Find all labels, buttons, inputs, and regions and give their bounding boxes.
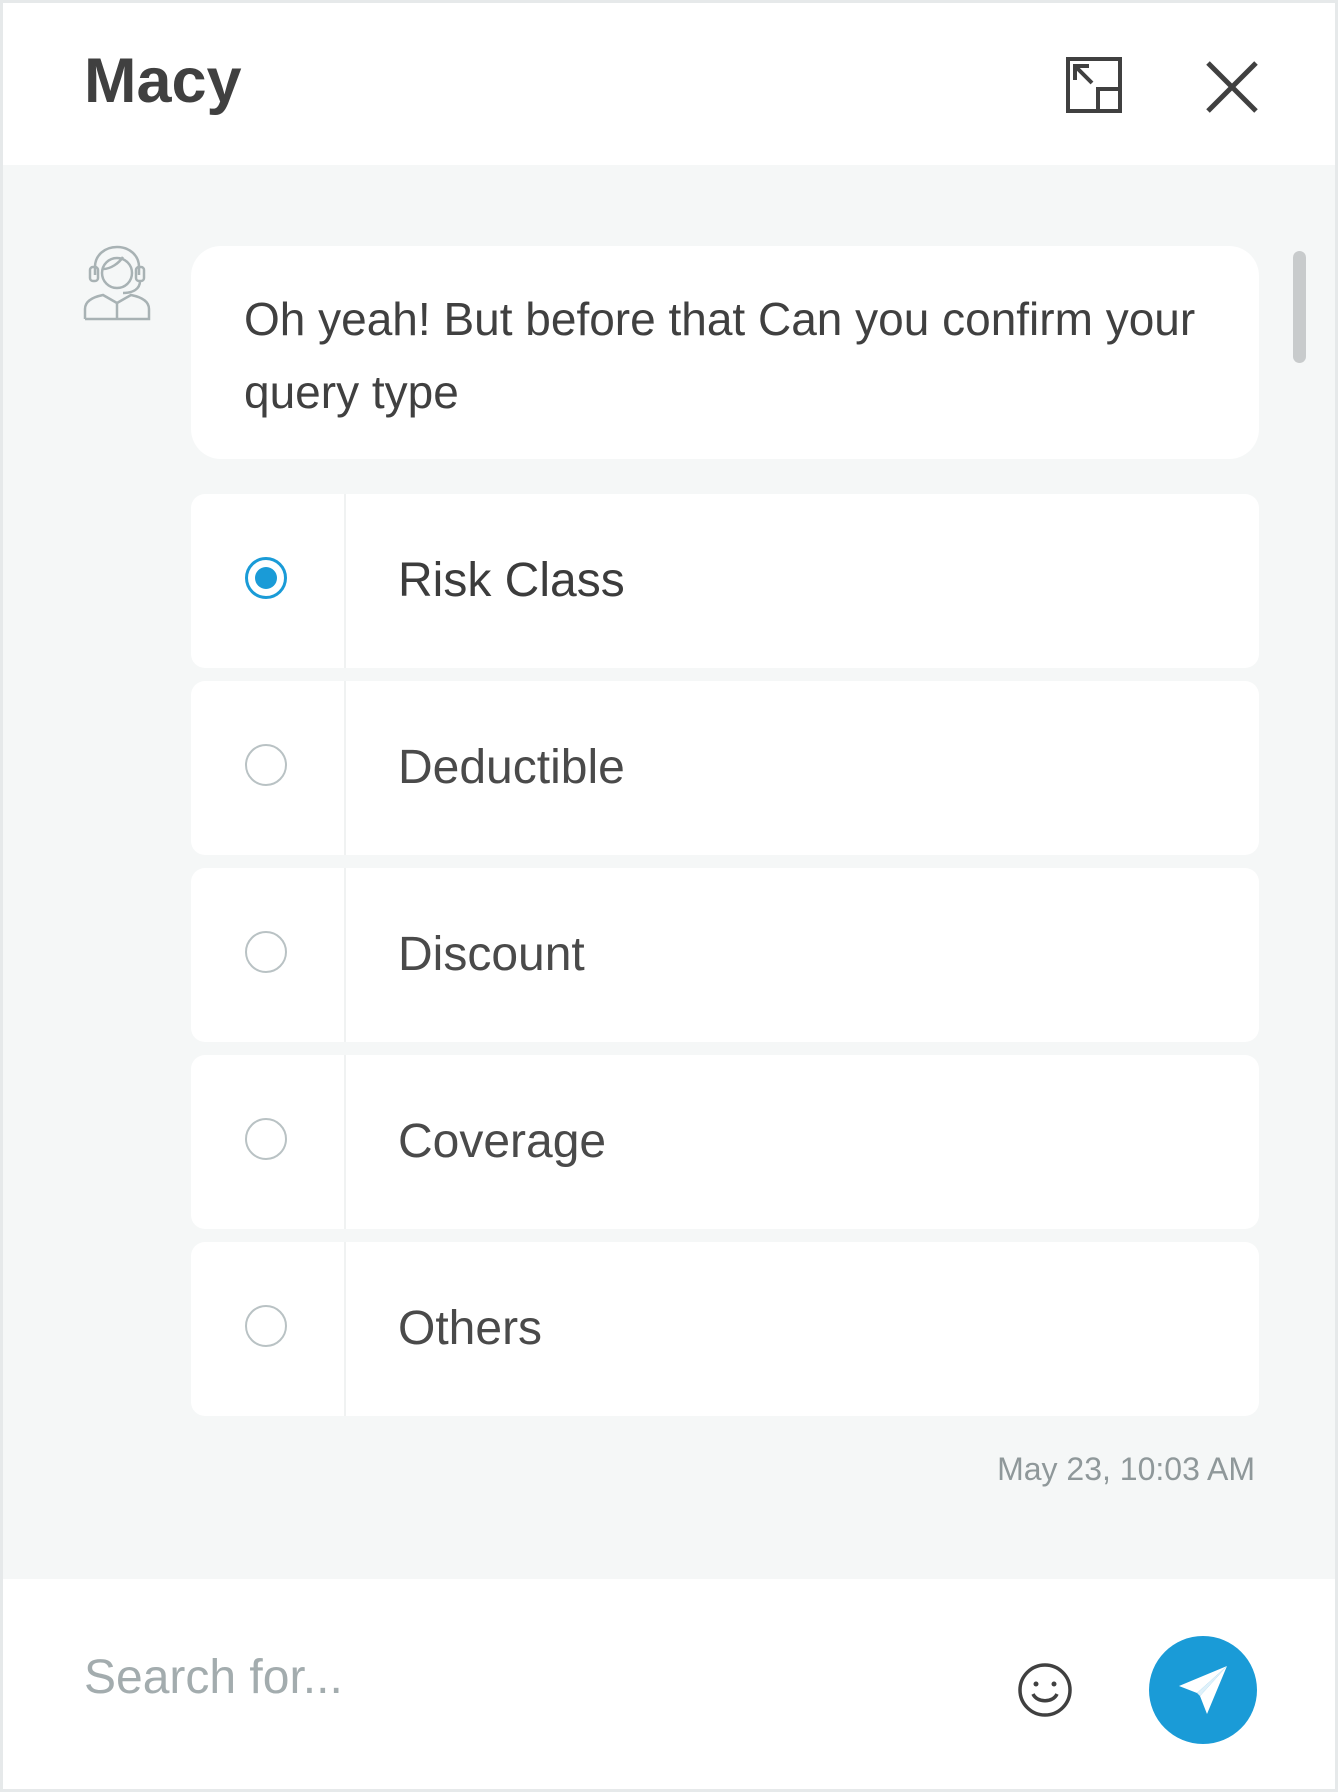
option-others[interactable]: Others: [191, 1242, 1259, 1416]
chat-window: Macy Oh yeah! But before that Can you co…: [3, 3, 1335, 1789]
smiley-icon: [1018, 1663, 1072, 1717]
chat-title: Macy: [84, 46, 242, 116]
option-risk-class[interactable]: Risk Class: [191, 494, 1259, 668]
option-label: Discount: [398, 928, 585, 981]
support-agent-icon: [83, 245, 151, 321]
radio-button[interactable]: [245, 557, 287, 599]
chat-footer: [3, 1579, 1335, 1789]
close-button[interactable]: [1200, 55, 1264, 119]
emoji-button[interactable]: [1016, 1661, 1074, 1719]
option-discount[interactable]: Discount: [191, 868, 1259, 1042]
message-bubble: Oh yeah! But before that Can you confirm…: [191, 246, 1259, 459]
query-type-options: Risk Class Deductible Discount Coverage …: [191, 494, 1259, 1429]
expand-icon: [1066, 57, 1122, 113]
close-icon: [1206, 61, 1258, 113]
scrollbar-thumb[interactable]: [1293, 251, 1306, 363]
option-divider: [344, 1055, 346, 1229]
radio-button[interactable]: [245, 931, 287, 973]
option-coverage[interactable]: Coverage: [191, 1055, 1259, 1229]
radio-button[interactable]: [245, 1305, 287, 1347]
option-divider: [344, 681, 346, 855]
radio-button[interactable]: [245, 744, 287, 786]
send-button[interactable]: [1149, 1636, 1257, 1744]
option-divider: [344, 494, 346, 668]
option-label: Deductible: [398, 741, 625, 794]
option-divider: [344, 868, 346, 1042]
option-label: Risk Class: [398, 554, 625, 607]
option-label: Others: [398, 1302, 543, 1355]
chat-header: Macy: [3, 3, 1335, 165]
radio-button[interactable]: [245, 1118, 287, 1160]
option-divider: [344, 1242, 346, 1416]
message-timestamp: May 23, 10:03 AM: [997, 1451, 1255, 1487]
agent-avatar: [81, 243, 153, 323]
send-icon: [1179, 1666, 1227, 1714]
option-deductible[interactable]: Deductible: [191, 681, 1259, 855]
search-input[interactable]: [84, 1637, 884, 1717]
expand-button[interactable]: [1064, 55, 1128, 119]
option-label: Coverage: [398, 1115, 607, 1168]
